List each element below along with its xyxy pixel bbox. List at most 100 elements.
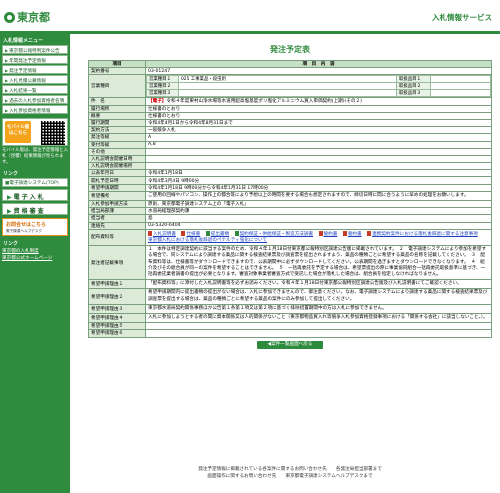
logo-text: 東京都 [17, 11, 50, 24]
contact-title: お問合せはこちら [6, 221, 47, 228]
business-value [178, 82, 397, 91]
triangle-right-icon: ▶ [5, 107, 9, 113]
doc-link[interactable]: 入札説明書 [148, 230, 176, 237]
row-value: 仕様書のとおり [145, 104, 492, 113]
ext2-label: 希望申請理由２ [88, 288, 146, 305]
ext6-text [145, 329, 492, 338]
row-label: 履行場所 [88, 104, 146, 113]
ext3-text: 東京都水道局契約関係事務ほか公告第１条第１項又は第２項に基づく排除措置期間中の方… [145, 303, 492, 315]
item-key: 取扱品目１ [396, 75, 431, 84]
row-value: 令和4年3月4日 9時00分 [145, 176, 492, 185]
doc-note-link[interactable]: 東京都入札における落札後辞退のペナルティ強化について [148, 238, 267, 243]
mobile-button[interactable]: モバイル版 はこちら [5, 121, 31, 143]
doc-link[interactable]: 連携契約案件における落札後辞退に関する注意事項 [367, 230, 478, 237]
sidebar: 入札情報メニュー ▶東京都公報特例案件公告 ▶年間発注予定情報 ▶発注予定情報 … [0, 34, 70, 493]
doc-link[interactable]: 契約保証・供給保証・製造方法調書 [234, 230, 313, 237]
subject-tag: 【電子】 [148, 99, 167, 105]
triangle-right-icon: ▶ [5, 97, 9, 103]
order-detail-table: 項目 項 目 内 容 契約番号 03-01247 営業種目 営業種目１ 025 … [88, 59, 492, 338]
sidebar-item-results[interactable]: ▶入札結果一覧 [2, 85, 68, 94]
row-value: 令和4年1月18日 9時00分から令和4年1月31日 17時00分 [145, 183, 492, 192]
notes-text: １ 本件は特定調達契約に該当する案件のため、令和４年１月18日付東京都公報特別区… [145, 245, 492, 281]
row-label: 担当局部課 [88, 207, 146, 216]
row-label: 開札予定日時 [88, 176, 146, 185]
docs-cell: 入札説明書 仕様書 提出書類 契約保証・供給保証・製造方法調書 誓約書 誓約書 … [145, 228, 492, 247]
subject-text: 令和４年度東村山浄水場等水道用超高塩基度ポリ塩化アルミニウム買入単価契約(上期)… [166, 99, 362, 105]
pdf-file-icon [181, 230, 186, 236]
tokyo-logo[interactable]: 東京都 [4, 9, 50, 25]
pdf-file-icon [318, 230, 323, 236]
qr-code-icon [41, 121, 65, 145]
row-value [145, 162, 492, 171]
business-value: 025 工事業品・殺虫剤 [178, 75, 397, 84]
item-value [430, 75, 491, 84]
row-label: 概要 [88, 111, 146, 120]
row-value: 03-5320-6404 [145, 221, 492, 230]
sidebar-item-tokushu[interactable]: ▶東京都公報特例案件公告 [2, 45, 68, 54]
row-value: 仕様書のとおり [145, 111, 492, 120]
page-title: 発注予定表 [270, 45, 310, 54]
main-content: 発注予定表 項目 項 目 内 容 契約番号 03-01247 営業種目 営業種目… [88, 34, 492, 349]
business-key: 営業種目２ [146, 82, 179, 91]
sidebar-section-menu: 入札情報メニュー [3, 38, 44, 44]
sidebar-item-order-plan[interactable]: ▶発注予定情報 [2, 65, 68, 74]
sidebar-item-bid-info[interactable]: ▶入札見積公募情報 [2, 75, 68, 84]
item-value [430, 82, 491, 91]
sidebar-ext-link-official[interactable]: 東京都公式ホームページ [2, 255, 68, 261]
pdf-file-icon [342, 230, 347, 236]
sidebar-item-qualified[interactable]: ▶入札参加資格者情報 [2, 105, 68, 114]
doc-link[interactable]: 提出書類 [205, 230, 229, 237]
row-value: A,B [145, 140, 492, 149]
triangle-right-icon: ▶ [7, 207, 12, 215]
footer: 発注予定情報に掲載されている各案件に関するお問い合わせ先 各発注局担当部署まで … [88, 466, 492, 480]
docs-label: 配布資料等 [88, 228, 146, 247]
contact-helpdesk[interactable]: お問合せはこちら 電子調達ヘルプデスク [2, 217, 68, 236]
row-value: 一般競争入札 [145, 126, 492, 135]
row-label: その他 [88, 147, 146, 156]
excel-file-icon [234, 230, 239, 236]
row-value: 水道局経理部契約課 [145, 207, 492, 216]
sidebar-item-annual-plan[interactable]: ▶年間発注予定情報 [2, 55, 68, 64]
item-key: 取扱品目２ [396, 82, 431, 91]
footer-line-1: 発注予定情報に掲載されている各案件に関するお問い合わせ先 各発注局担当部署まで [198, 467, 382, 472]
row-label: 入札説明会開催場所 [88, 162, 146, 171]
subject-value: 【電子】令和４年度東村山浄水場等水道用超高塩基度ポリ塩化アルミニウム買入単価契約… [145, 97, 492, 106]
excel-file-icon [205, 230, 210, 236]
row-label: 担当者 [88, 214, 146, 223]
business-cell: 営業種目１ 025 工事業品・殺虫剤 取扱品目１ 営業種目２ 取扱品目２ 営業種… [145, 74, 492, 99]
sidebar-section-other: リンク [3, 240, 19, 247]
business-table: 営業種目１ 025 工事業品・殺虫剤 取扱品目１ 営業種目２ 取扱品目２ 営業種… [146, 75, 491, 97]
triangle-right-icon: ▶ [5, 77, 9, 83]
sidebar-link-system-top[interactable]: ■電子調達システム(TOP) [2, 177, 68, 187]
doc-link[interactable]: 仕様書 [181, 230, 200, 237]
sidebar-big-e-bid[interactable]: ▶ 電子入札 [2, 188, 68, 201]
sidebar-big-qualification[interactable]: ▶ 資格審査 [2, 202, 68, 215]
row-value [145, 147, 492, 156]
row-label: 入札説明会開催日時 [88, 154, 146, 164]
footer-line-2: 画面操作に関するお問い合わせ先 東京都電子調達システムヘルプデスクまで [207, 474, 373, 479]
row-label: 公表年月日 [88, 169, 146, 178]
business-key: 営業種目３ [146, 89, 179, 97]
business-key: 営業種目１ [146, 75, 179, 84]
row-value: 令和4年1月18日 [145, 169, 492, 178]
sidebar-item-past-list[interactable]: ▶過去の入札参加資格者名簿 [2, 95, 68, 104]
item-value [430, 89, 491, 97]
header-bar: 東京都 入札情報サービス [0, 0, 500, 34]
doc-link[interactable]: 誓約書 [318, 230, 337, 237]
business-value [178, 89, 397, 97]
row-label: 契約方法 [88, 126, 146, 135]
ext5-label: 希望申請理由５ [88, 322, 146, 331]
row-label: 希望申請期間 [88, 183, 146, 192]
ext2-text: 希望申請期間内に提出書類の提出がない場合は、入札に参加できませんので、御注意くだ… [145, 288, 492, 305]
contact-sub: 電子調達ヘルプデスク [6, 228, 42, 233]
triangle-right-icon: ▶ [7, 193, 12, 201]
back-to-list-button[interactable]: ◀案件一覧画面へ戻る [257, 340, 323, 349]
ext5-text [145, 322, 492, 331]
mobile-box[interactable]: モバイル版 はこちら [2, 118, 68, 146]
row-value: A [145, 133, 492, 142]
doc-link[interactable]: 誓約書 [342, 230, 362, 237]
row-value: 原則、東京都電子調達システム上の「電子入札」 [145, 200, 492, 209]
subject-label: 件 名 [88, 97, 146, 106]
item-key: 取扱品目３ [396, 89, 431, 97]
sidebar-ext-link-system[interactable]: 東京都の入札制度 [2, 248, 68, 254]
